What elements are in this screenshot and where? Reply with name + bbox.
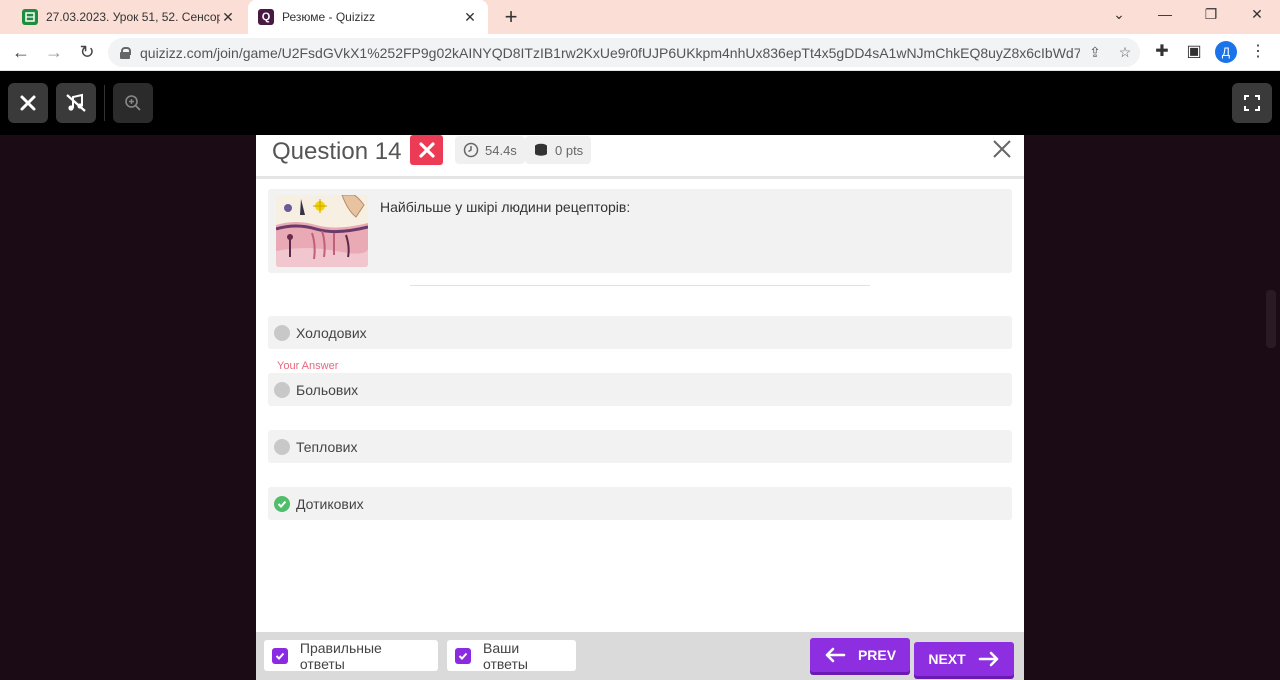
option-text: Теплових bbox=[296, 438, 358, 455]
minimize-icon[interactable]: — bbox=[1150, 6, 1180, 22]
browser-tab-strip: 27.03.2023. Урок 51, 52. Сенсорн ✕ Q Рез… bbox=[0, 0, 1280, 34]
sheets-icon bbox=[22, 9, 38, 25]
option-text: Холодових bbox=[296, 324, 367, 341]
radio-indicator bbox=[274, 324, 290, 341]
bookmark-star-icon[interactable]: ☆ bbox=[1110, 44, 1140, 61]
question-card: Найбільше у шкірі людини рецепторів: bbox=[268, 189, 1012, 273]
zoom-button[interactable] bbox=[113, 83, 153, 123]
address-bar[interactable]: quizizz.com/join/game/U2FsdGVkX1%252FP9g… bbox=[108, 38, 1140, 67]
your-answers-toggle[interactable]: Ваши ответы bbox=[447, 639, 576, 672]
option-text: Больових bbox=[296, 381, 359, 398]
your-answer-tag: Your Answer bbox=[272, 358, 344, 374]
check-circle-icon bbox=[274, 495, 290, 512]
your-answers-label: Ваши ответы bbox=[483, 639, 528, 672]
incorrect-badge bbox=[410, 135, 443, 165]
forward-icon[interactable]: → bbox=[43, 42, 65, 62]
music-off-button[interactable] bbox=[56, 83, 96, 123]
zoom-in-icon bbox=[125, 95, 141, 111]
tab-search-icon[interactable]: ⌄ bbox=[1104, 6, 1134, 23]
next-label: NEXT bbox=[928, 651, 966, 667]
arrow-left-icon bbox=[825, 647, 846, 663]
correct-answers-toggle[interactable]: Правильные ответы bbox=[264, 639, 438, 672]
question-text: Найбільше у шкірі людини рецепторів: bbox=[380, 199, 631, 215]
option-text: Дотикових bbox=[296, 495, 364, 512]
fullscreen-icon bbox=[1244, 95, 1260, 111]
question-review-modal: Question 14 54.4s 0 pts Найбільше у шкір… bbox=[256, 135, 1024, 680]
time-value: 54.4s bbox=[485, 142, 517, 158]
radio-indicator bbox=[274, 438, 290, 455]
close-tab-icon[interactable]: ✕ bbox=[462, 9, 478, 26]
restore-icon[interactable]: ❐ bbox=[1196, 6, 1226, 23]
answer-option: Холодових bbox=[268, 316, 1012, 349]
modal-close-button[interactable] bbox=[992, 139, 1016, 163]
new-tab-icon[interactable]: + bbox=[500, 5, 522, 29]
answer-option-correct: Дотикових bbox=[268, 487, 1012, 520]
coins-icon bbox=[535, 143, 547, 156]
arrow-right-icon bbox=[978, 651, 998, 667]
clock-icon bbox=[463, 142, 479, 158]
checkbox-checked-icon bbox=[272, 647, 288, 664]
exit-button[interactable] bbox=[8, 83, 48, 123]
question-number: Question 14 bbox=[272, 138, 402, 165]
prev-label: PREV bbox=[857, 647, 897, 663]
modal-footer: Правильные ответы Ваши ответы PREV NEXT bbox=[256, 632, 1024, 680]
quiz-toolbar bbox=[0, 71, 1280, 135]
points-value: 0 pts bbox=[555, 142, 584, 158]
points-pill: 0 pts bbox=[525, 136, 592, 164]
reload-icon[interactable]: ↻ bbox=[76, 42, 98, 62]
window-close-icon[interactable]: ✕ bbox=[1242, 6, 1272, 23]
radio-indicator bbox=[274, 381, 290, 398]
page-scrollbar[interactable] bbox=[1266, 290, 1276, 348]
time-pill: 54.4s bbox=[455, 136, 525, 164]
toolbar-divider bbox=[104, 85, 105, 121]
menu-icon[interactable]: ⋮ bbox=[1247, 42, 1269, 62]
browser-tab[interactable]: 27.03.2023. Урок 51, 52. Сенсорн ✕ bbox=[12, 0, 246, 34]
music-off-icon bbox=[66, 93, 86, 112]
question-image[interactable] bbox=[276, 195, 368, 267]
cross-icon bbox=[418, 142, 435, 158]
share-icon[interactable]: ⇪ bbox=[1080, 44, 1110, 61]
next-button[interactable]: NEXT bbox=[914, 642, 1014, 676]
fullscreen-button[interactable] bbox=[1232, 83, 1272, 123]
extensions-icon[interactable]: ✚ bbox=[1151, 42, 1173, 62]
correct-answers-label: Правильные ответы bbox=[299, 639, 382, 672]
url-text: quizizz.com/join/game/U2FsdGVkX1%252FP9g… bbox=[140, 44, 1080, 61]
side-panel-icon[interactable]: ▣ bbox=[1183, 42, 1205, 62]
quizizz-icon: Q bbox=[258, 9, 274, 25]
checkbox-checked-icon bbox=[455, 647, 471, 664]
tab-title: 27.03.2023. Урок 51, 52. Сенсорн bbox=[46, 10, 220, 24]
lock-icon bbox=[120, 46, 131, 59]
close-tab-icon[interactable]: ✕ bbox=[220, 9, 236, 26]
answer-option: Теплових bbox=[268, 430, 1012, 463]
close-icon bbox=[993, 140, 1011, 158]
prev-button[interactable]: PREV bbox=[810, 638, 910, 672]
back-icon[interactable]: ← bbox=[10, 42, 32, 62]
tab-title: Резюме - Quizizz bbox=[282, 10, 376, 24]
modal-header: Question 14 54.4s 0 pts bbox=[256, 135, 1024, 179]
browser-tab-active[interactable]: Q Резюме - Quizizz ✕ bbox=[248, 0, 488, 34]
profile-avatar[interactable]: Д bbox=[1215, 41, 1237, 63]
divider bbox=[410, 285, 870, 286]
close-icon bbox=[20, 95, 36, 111]
answer-option-selected: Больових bbox=[268, 373, 1012, 406]
browser-toolbar: ← → ↻ quizizz.com/join/game/U2FsdGVkX1%2… bbox=[0, 34, 1280, 71]
